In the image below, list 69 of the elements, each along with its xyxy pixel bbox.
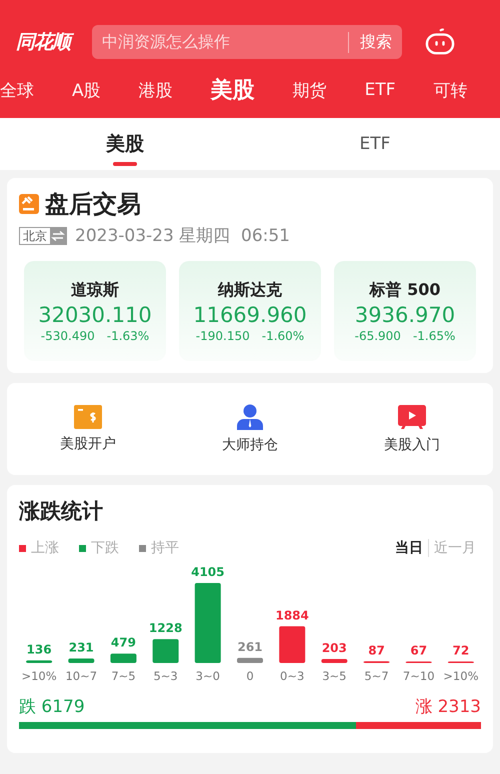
legend-label: 上涨 — [31, 539, 59, 557]
category-label: >10% — [443, 669, 478, 683]
bar-value: 231 — [68, 640, 94, 654]
index-change: -190.150 — [196, 328, 250, 342]
market-tab[interactable]: 港股 — [138, 78, 173, 102]
index-change: -530.490 — [40, 328, 95, 342]
index-percent: -1.60% — [262, 328, 304, 342]
robot-icon[interactable] — [424, 28, 456, 56]
category-label: 5~7 — [364, 669, 389, 683]
category-label: 3~5 — [322, 669, 346, 683]
stats-title: 涨跌统计 — [19, 498, 103, 525]
index-name: 道琼斯 — [71, 280, 119, 300]
shortcut-item[interactable]: 美股开户 — [7, 405, 169, 453]
falls-total: 跌 6179 — [19, 696, 85, 718]
session-datetime: 2023-03-23 星期四 06:51 — [75, 225, 290, 247]
category-label: >10% — [22, 669, 57, 683]
bar-value: 479 — [110, 636, 136, 650]
index-card[interactable]: 标普 500 3936.970 -65.900 -1.65% — [334, 261, 476, 361]
legend-label: 持平 — [151, 539, 179, 557]
bar-value: 203 — [322, 641, 347, 656]
index-change: -65.900 — [354, 328, 401, 342]
bar-value: 261 — [237, 640, 263, 654]
swap-icon — [50, 228, 66, 244]
market-tab[interactable]: ETF — [364, 80, 396, 100]
market-tab[interactable]: 全球 — [0, 78, 34, 102]
shortcut-label: 美股开户 — [60, 435, 116, 453]
market-tab[interactable]: A股 — [72, 78, 101, 102]
bar-value: 72 — [452, 644, 470, 658]
index-name: 标普 500 — [370, 280, 440, 300]
category-label: 5~3 — [154, 669, 178, 683]
app-logo: 同花顺 — [16, 29, 92, 55]
video-icon — [398, 404, 426, 430]
bar-value: 136 — [26, 642, 52, 656]
category-label: 3~0 — [196, 669, 220, 683]
sub-tab[interactable]: 美股 — [0, 118, 250, 170]
category-label: 0 — [246, 669, 254, 683]
rises-total: 涨 2313 — [415, 696, 481, 718]
index-value: 11669.960 — [193, 302, 307, 326]
person-icon — [237, 404, 263, 430]
market-tab[interactable]: 期货 — [292, 78, 327, 102]
shortcut-label: 大师持仓 — [222, 436, 278, 454]
index-percent: -1.63% — [106, 328, 150, 342]
bar-value: 1884 — [275, 608, 309, 622]
sub-tab[interactable]: ETF — [250, 118, 500, 170]
index-card[interactable]: 道琼斯 32030.110 -530.490 -1.63% — [24, 261, 166, 361]
bar-value: 4105 — [191, 565, 225, 579]
market-tab[interactable]: 美股 — [210, 75, 255, 105]
bar-value: 67 — [410, 644, 428, 658]
category-label: 10~7 — [65, 669, 98, 683]
market-tab[interactable]: 可转 — [434, 78, 468, 102]
shortcut-label: 美股入门 — [384, 436, 440, 454]
bar-value: 1228 — [148, 621, 182, 636]
period-tab[interactable]: 当日 — [390, 539, 428, 557]
index-name: 纳斯达克 — [218, 280, 282, 300]
gavel-icon — [19, 194, 39, 214]
index-value: 32030.110 — [38, 302, 152, 326]
bar-value: 87 — [368, 643, 385, 658]
category-label: 0~3 — [280, 669, 304, 683]
index-value: 3936.970 — [354, 302, 456, 326]
wallet-icon — [74, 405, 102, 429]
session-title: 盘后交易 — [45, 189, 141, 220]
shortcut-item[interactable]: 美股入门 — [331, 404, 493, 454]
category-label: 7~10 — [402, 669, 435, 683]
legend-label: 下跌 — [91, 539, 119, 557]
shortcut-item[interactable]: 大师持仓 — [169, 404, 331, 454]
index-card[interactable]: 纳斯达克 11669.960 -190.150 -1.60% — [179, 261, 321, 361]
timezone-toggle[interactable]: 北京 — [19, 226, 67, 244]
category-label: 7~5 — [111, 669, 136, 683]
index-percent: -1.65% — [412, 328, 456, 342]
